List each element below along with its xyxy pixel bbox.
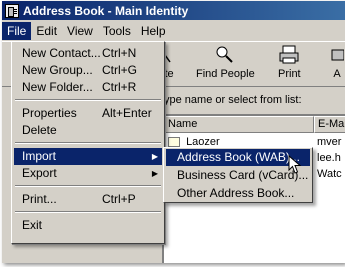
window-title: Address Book - Main Identity: [23, 3, 189, 18]
menu-bar: File Edit View Tools Help: [2, 20, 345, 41]
menu-separator: [15, 142, 161, 144]
menu-item-label: Exit: [22, 218, 43, 232]
menu-file[interactable]: File: [2, 21, 32, 40]
menu-separator: [15, 185, 161, 187]
contact-email: lee.h: [317, 152, 341, 164]
menu-item-exit[interactable]: Exit: [14, 217, 162, 234]
print-toolbar-label: Print: [278, 68, 301, 80]
menu-item-new-group[interactable]: New Group... Ctrl+G: [14, 62, 162, 79]
menu-item-shortcut: Ctrl+P: [102, 192, 136, 206]
menu-view[interactable]: View: [62, 22, 98, 40]
menu-item-import[interactable]: Import ▶: [14, 148, 162, 165]
file-menu-dropdown: New Contact... Ctrl+N New Group... Ctrl+…: [11, 41, 165, 244]
submenu-arrow-icon: ▶: [151, 152, 158, 161]
contact-email: mver: [317, 136, 342, 148]
title-bar: Address Book - Main Identity: [2, 1, 345, 20]
menu-item-print[interactable]: Print... Ctrl+P: [14, 191, 162, 208]
menu-edit[interactable]: Edit: [31, 22, 62, 40]
find-people-button[interactable]: Find People: [196, 44, 255, 80]
print-toolbar-button[interactable]: Print: [278, 44, 301, 80]
column-header-email[interactable]: E-Mai: [314, 116, 345, 133]
menu-item-shortcut: Ctrl+G: [102, 63, 138, 77]
mouse-pointer-icon: [288, 155, 302, 174]
menu-tools[interactable]: Tools: [98, 22, 136, 40]
address-book-icon: [5, 3, 19, 18]
submenu-arrow-icon: ▶: [151, 169, 158, 178]
search-prompt: ype name or select from list:: [164, 94, 302, 106]
menu-item-shortcut: Ctrl+R: [102, 80, 137, 94]
menu-item-label: New Group...: [22, 63, 93, 77]
address-book-window: Address Book - Main Identity File Edit V…: [2, 1, 345, 263]
menu-item-label: New Contact...: [22, 46, 101, 60]
menu-item-new-folder[interactable]: New Folder... Ctrl+R: [14, 79, 162, 96]
menu-item-label: New Folder...: [22, 80, 93, 94]
printer-icon: [278, 44, 301, 68]
column-header-name[interactable]: Name: [164, 116, 314, 133]
find-people-icon: [196, 44, 255, 68]
menu-item-label: Import: [22, 149, 57, 163]
menu-item-delete[interactable]: Delete: [14, 122, 162, 139]
action-toolbar-label: A: [333, 68, 341, 80]
menu-separator: [15, 211, 161, 213]
action-icon: [330, 44, 345, 68]
find-people-label: Find People: [196, 68, 255, 80]
menu-separator: [15, 99, 161, 101]
contact-card-icon: [168, 137, 180, 148]
menu-item-label: Export: [22, 166, 57, 180]
menu-help[interactable]: Help: [136, 22, 171, 40]
menu-item-label: Delete: [22, 123, 57, 137]
menu-item-label: Print...: [22, 192, 57, 206]
menu-item-shortcut: Alt+Enter: [102, 106, 152, 120]
menu-item-label: Properties: [22, 106, 77, 120]
contact-email: Watc: [317, 168, 342, 180]
action-toolbar-button[interactable]: A: [330, 44, 345, 80]
menu-item-export[interactable]: Export ▶: [14, 165, 162, 182]
submenu-item-other-address-book[interactable]: Other Address Book...: [166, 185, 310, 202]
menu-item-shortcut: Ctrl+N: [102, 46, 137, 60]
menu-item-properties[interactable]: Properties Alt+Enter: [14, 105, 162, 122]
menu-item-new-contact[interactable]: New Contact... Ctrl+N: [14, 45, 162, 62]
